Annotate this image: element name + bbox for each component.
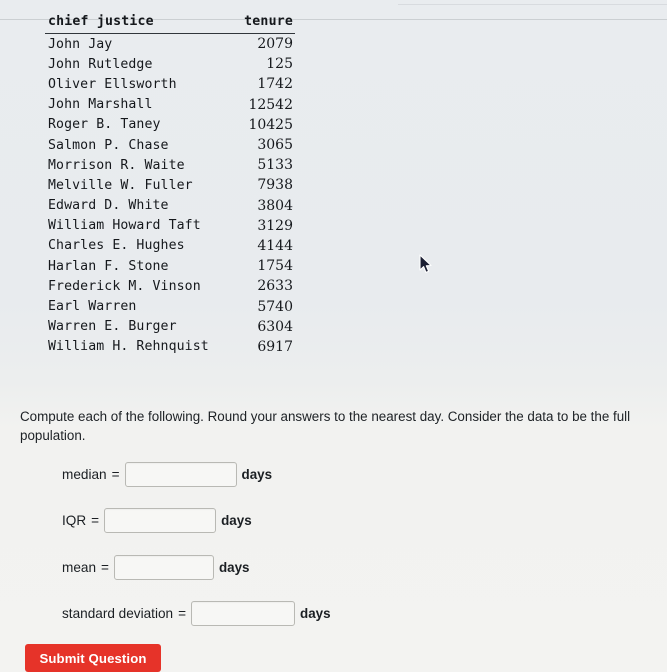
mean-equals-sign: = [101, 560, 109, 575]
cell-chief-justice: Morrison R. Waite [48, 157, 185, 173]
answer-row-median: median = days [62, 462, 272, 487]
answer-row-standard-deviation: standard deviation = days [62, 601, 331, 626]
cell-chief-justice: Roger B. Taney [48, 117, 161, 133]
table-row: John Rutledge 125 [45, 54, 295, 74]
submit-question-button[interactable]: Submit Question [25, 644, 161, 672]
table-row: Salmon P. Chase 3065 [45, 135, 295, 155]
cell-chief-justice: Harlan F. Stone [48, 258, 169, 274]
page-background: chief justice tenure John Jay 2079 John Ru… [0, 0, 667, 672]
table-row: Frederick M. Vinson 2633 [45, 276, 295, 296]
cell-chief-justice: William Howard Taft [48, 218, 201, 234]
mean-unit: days [218, 560, 250, 575]
cell-chief-justice: John Rutledge [48, 56, 153, 72]
cell-tenure: 6917 [257, 338, 293, 355]
column-header-chief-justice: chief justice [45, 12, 234, 34]
median-unit: days [241, 467, 273, 482]
table-row: John Marshall 12542 [45, 95, 295, 115]
cell-tenure: 4144 [257, 237, 293, 254]
cell-chief-justice: John Marshall [48, 97, 153, 113]
standard-deviation-input[interactable] [191, 601, 296, 626]
table-row: Harlan F. Stone 1754 [45, 256, 295, 276]
cell-chief-justice: Melville W. Fuller [48, 177, 193, 193]
median-equals-sign: = [111, 467, 120, 482]
cell-chief-justice: Earl Warren [48, 299, 137, 315]
cell-tenure: 2079 [257, 36, 293, 53]
cell-chief-justice: Charles E. Hughes [48, 238, 185, 254]
cell-chief-justice: Salmon P. Chase [48, 137, 169, 153]
cell-chief-justice: John Jay [48, 36, 113, 52]
cell-tenure: 5133 [257, 157, 293, 174]
cell-chief-justice: Warren E. Burger [48, 319, 177, 335]
iqr-input[interactable] [104, 508, 217, 533]
answer-row-mean: mean = days [62, 555, 250, 580]
cell-tenure: 6304 [257, 318, 293, 335]
cell-tenure: 1754 [257, 258, 293, 275]
answer-row-iqr: IQR = days [62, 508, 252, 533]
table-row: John Jay 2079 [45, 34, 295, 55]
data-table: chief justice tenure John Jay 2079 John Ru… [45, 12, 295, 357]
question-prompt: Compute each of the following. Round you… [20, 409, 631, 443]
table-header-row: chief justice tenure [45, 12, 295, 34]
chief-justice-tenure-table: chief justice tenure John Jay 2079 John Ru… [45, 12, 295, 357]
top-divider-secondary [398, 4, 667, 5]
cell-tenure: 7938 [257, 177, 293, 194]
table-body: John Jay 2079 John Rutledge 125 Oliver Ellsw… [45, 34, 295, 358]
table-row: Melville W. Fuller 7938 [45, 175, 295, 195]
table-row: Morrison R. Waite 5133 [45, 155, 295, 175]
median-label: median [62, 467, 107, 482]
mean-input[interactable] [113, 555, 214, 580]
iqr-label: IQR [62, 513, 87, 528]
cell-tenure: 12542 [248, 96, 293, 113]
cell-tenure: 5740 [257, 298, 293, 315]
table-head: chief justice tenure [45, 12, 295, 34]
table-row: Charles E. Hughes 4144 [45, 236, 295, 256]
cell-chief-justice: Edward D. White [48, 198, 169, 214]
standard-deviation-equals-sign: = [178, 606, 187, 621]
cell-tenure: 2633 [257, 278, 293, 295]
cell-chief-justice: Frederick M. Vinson [48, 278, 201, 294]
median-input[interactable] [124, 462, 237, 487]
table-row: Oliver Ellsworth 1742 [45, 74, 295, 94]
column-header-tenure: tenure [233, 12, 295, 34]
standard-deviation-unit: days [300, 606, 331, 621]
iqr-equals-sign: = [91, 513, 100, 528]
table-row: Earl Warren 5740 [45, 296, 295, 316]
iqr-unit: days [221, 513, 252, 528]
cell-tenure: 3129 [257, 217, 293, 234]
cell-tenure: 10425 [248, 116, 293, 133]
table-row: Edward D. White 3804 [45, 196, 295, 216]
cell-tenure: 3804 [257, 197, 293, 214]
cell-tenure: 3065 [257, 137, 293, 154]
cell-chief-justice: Oliver Ellsworth [48, 76, 177, 92]
cell-chief-justice: William H. Rehnquist [48, 339, 209, 355]
table-row: Warren E. Burger 6304 [45, 317, 295, 337]
cell-tenure: 125 [266, 56, 293, 73]
table-row: William Howard Taft 3129 [45, 216, 295, 236]
table-row: Roger B. Taney 10425 [45, 115, 295, 135]
mean-label: mean [62, 560, 97, 575]
standard-deviation-label: standard deviation [62, 606, 174, 621]
mouse-pointer-icon [419, 254, 432, 273]
cell-tenure: 1742 [257, 76, 293, 93]
table-row: William H. Rehnquist 6917 [45, 337, 295, 357]
